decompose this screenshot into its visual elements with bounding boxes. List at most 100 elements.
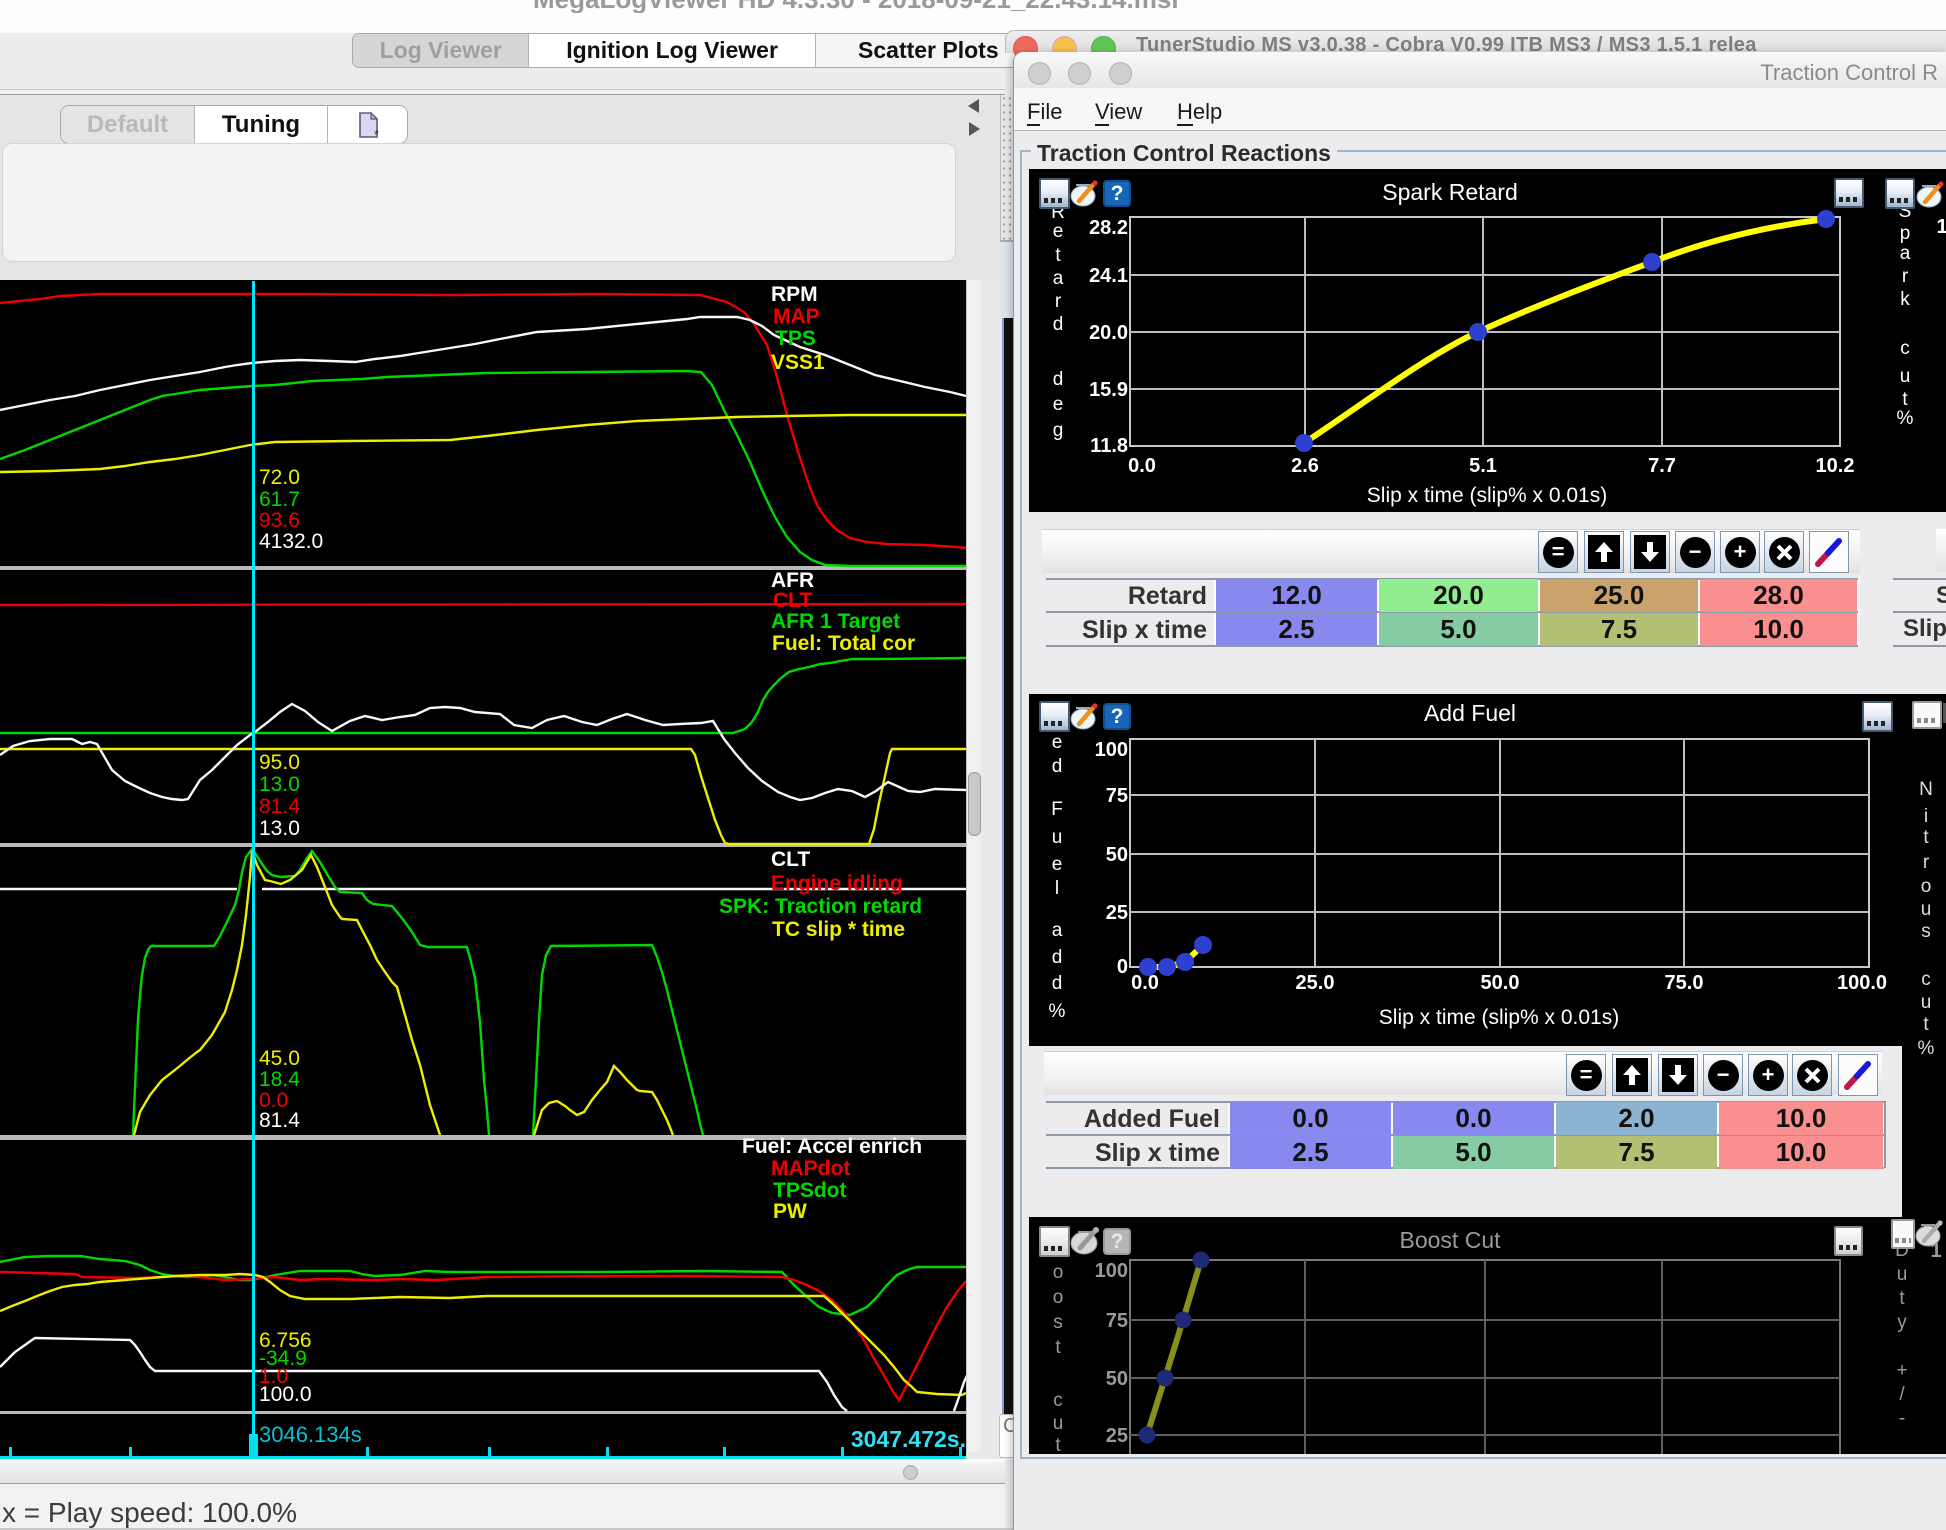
svg-text:u: u xyxy=(1921,899,1932,920)
svg-text:t: t xyxy=(1923,827,1929,848)
svg-text:VSS1: VSS1 xyxy=(771,351,825,374)
svg-text:75: 75 xyxy=(1106,1310,1128,1332)
svg-text:u: u xyxy=(1900,366,1911,387)
svg-text:g: g xyxy=(1053,420,1064,441)
svg-text:p: p xyxy=(1900,223,1911,244)
svg-text:100.0: 100.0 xyxy=(1837,972,1887,994)
svg-text:t: t xyxy=(1055,1337,1061,1358)
svg-text:0: 0 xyxy=(1117,956,1128,978)
svg-text:50.0: 50.0 xyxy=(1481,972,1520,994)
svg-text:CLT: CLT xyxy=(773,589,812,612)
svg-text:t: t xyxy=(1902,389,1908,410)
svg-text:Slip x time (slip% x 0.01s): Slip x time (slip% x 0.01s) xyxy=(1367,484,1607,507)
svg-text:2.6: 2.6 xyxy=(1291,455,1319,477)
svg-text:/: / xyxy=(1899,1384,1905,1405)
svg-text:t: t xyxy=(1055,1435,1061,1454)
svg-text:TPS: TPS xyxy=(775,327,816,350)
svg-text:Add Fuel: Add Fuel xyxy=(1424,700,1516,726)
svg-text:a: a xyxy=(1052,920,1063,941)
svg-text:s: s xyxy=(1921,921,1931,942)
svg-text:75: 75 xyxy=(1106,785,1128,807)
svg-text:o: o xyxy=(1053,1262,1064,1283)
svg-text:u: u xyxy=(1921,992,1932,1013)
svg-text:%: % xyxy=(1897,408,1914,429)
svg-text:e: e xyxy=(1052,854,1063,875)
svg-text:SPK: Traction retard: SPK: Traction retard xyxy=(719,895,922,918)
svg-text:c: c xyxy=(1053,1390,1063,1411)
svg-text:l: l xyxy=(1055,878,1059,899)
svg-text:95.0: 95.0 xyxy=(259,751,300,774)
svg-text:i: i xyxy=(1924,806,1928,827)
svg-text:-: - xyxy=(1899,1408,1905,1429)
svg-text:%: % xyxy=(1049,1001,1066,1022)
svg-text:25: 25 xyxy=(1106,1425,1128,1447)
svg-text:+: + xyxy=(1896,1360,1907,1381)
svg-text:18.4: 18.4 xyxy=(259,1068,300,1091)
svg-text:72.0: 72.0 xyxy=(259,466,300,489)
svg-text:100: 100 xyxy=(1095,1260,1128,1282)
svg-text:100: 100 xyxy=(1095,739,1128,761)
svg-text:e: e xyxy=(1052,732,1063,753)
svg-text:TC slip * time: TC slip * time xyxy=(772,918,905,941)
svg-text:Spark Retard: Spark Retard xyxy=(1382,179,1518,205)
svg-text:Slip x time (slip% x 0.01s): Slip x time (slip% x 0.01s) xyxy=(1379,1006,1619,1029)
svg-text:t: t xyxy=(1899,1288,1905,1309)
svg-text:100.0: 100.0 xyxy=(259,1383,312,1406)
svg-text:7.7: 7.7 xyxy=(1648,455,1676,477)
svg-text:TPSdot: TPSdot xyxy=(773,1179,847,1202)
svg-text:10.2: 10.2 xyxy=(1816,455,1855,477)
svg-text:AFR 1 Target: AFR 1 Target xyxy=(771,610,900,633)
svg-text:*: * xyxy=(374,127,379,140)
svg-text:u: u xyxy=(1052,827,1063,848)
svg-text:Engine idling: Engine idling xyxy=(771,872,903,895)
svg-text:28.2: 28.2 xyxy=(1089,217,1128,239)
svg-text:24.1: 24.1 xyxy=(1089,265,1128,287)
svg-text:N: N xyxy=(1919,779,1933,800)
svg-text:o: o xyxy=(1921,876,1932,897)
svg-text:81.4: 81.4 xyxy=(259,795,300,818)
svg-text:u: u xyxy=(1897,1264,1908,1285)
svg-text:s: s xyxy=(1053,1312,1063,1333)
svg-text:3047.472s.: 3047.472s. xyxy=(851,1426,966,1452)
svg-text:MAPdot: MAPdot xyxy=(771,1157,850,1180)
svg-text:Fuel: Total cor: Fuel: Total cor xyxy=(772,632,915,655)
svg-text:r: r xyxy=(1902,266,1909,287)
svg-text:r: r xyxy=(1923,852,1930,873)
svg-text:y: y xyxy=(1897,1312,1907,1333)
svg-text:e: e xyxy=(1053,394,1064,415)
svg-text:45.0: 45.0 xyxy=(259,1047,300,1070)
svg-text:d: d xyxy=(1052,973,1063,994)
svg-text:t: t xyxy=(1923,1014,1929,1035)
svg-text:a: a xyxy=(1900,243,1911,264)
svg-text:a: a xyxy=(1053,268,1064,289)
svg-text:81.4: 81.4 xyxy=(259,1109,300,1132)
svg-text:25.0: 25.0 xyxy=(1296,972,1335,994)
svg-text:25: 25 xyxy=(1106,902,1128,924)
svg-text:k: k xyxy=(1900,289,1910,310)
svg-text:0.0: 0.0 xyxy=(1128,455,1156,477)
svg-text:MAP: MAP xyxy=(773,305,820,328)
svg-text:r: r xyxy=(1055,291,1062,312)
svg-text:Fuel: Accel enrich: Fuel: Accel enrich xyxy=(742,1135,922,1158)
svg-text:c: c xyxy=(1900,338,1910,359)
svg-text:o: o xyxy=(1053,1287,1064,1308)
svg-text:50: 50 xyxy=(1106,844,1128,866)
svg-text:61.7: 61.7 xyxy=(259,488,300,511)
svg-text:%: % xyxy=(1918,1038,1935,1058)
svg-text:PW: PW xyxy=(773,1200,807,1223)
svg-text:20.0: 20.0 xyxy=(1089,322,1128,344)
svg-text:15.9: 15.9 xyxy=(1089,379,1128,401)
svg-text:d: d xyxy=(1052,947,1063,968)
svg-text:Boost Cut: Boost Cut xyxy=(1400,1227,1502,1253)
svg-text:d: d xyxy=(1053,314,1064,335)
svg-text:d: d xyxy=(1053,369,1064,390)
svg-text:e: e xyxy=(1053,221,1064,242)
svg-text:t: t xyxy=(1055,245,1061,266)
svg-text:4132.0: 4132.0 xyxy=(259,530,323,553)
svg-text:F: F xyxy=(1051,799,1063,820)
svg-text:11.8: 11.8 xyxy=(1090,435,1128,457)
svg-text:75.0: 75.0 xyxy=(1665,972,1704,994)
svg-text:5.1: 5.1 xyxy=(1469,455,1497,477)
svg-text:CLT: CLT xyxy=(771,848,810,871)
svg-text:1: 1 xyxy=(1936,216,1946,238)
